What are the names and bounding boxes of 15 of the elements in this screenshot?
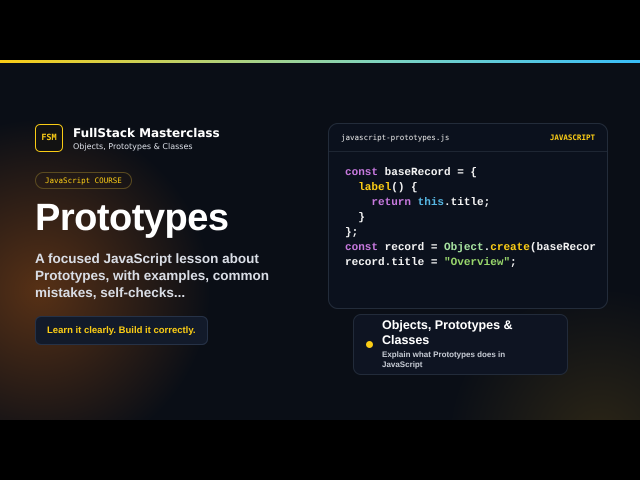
description: A focused JavaScript lesson about Prototypes, with examples, common mistakes, self-checks... bbox=[35, 250, 270, 301]
brand-subtitle: Objects, Prototypes & Classes bbox=[73, 142, 194, 150]
logo: FSM bbox=[35, 124, 63, 152]
code-line: record.title = "Overview"; bbox=[345, 256, 518, 271]
brand-name: FullStack Masterclass bbox=[73, 126, 220, 140]
code-line: } bbox=[357, 211, 366, 226]
code-line: }; bbox=[345, 226, 360, 241]
code-line: const baseRecord = { bbox=[345, 166, 478, 181]
page-title: Prototypes bbox=[35, 197, 230, 240]
topic-subtitle: Explain what Prototypes does in JavaScript bbox=[382, 350, 506, 370]
code-line: const record = Object.create(baseRecor bbox=[345, 241, 597, 256]
code-line: label() { bbox=[357, 181, 419, 196]
code-line: return this.title; bbox=[370, 196, 492, 211]
tagline: Learn it clearly. Build it correctly. bbox=[35, 316, 208, 345]
topic-title: Objects, Prototypes & Classes bbox=[382, 318, 514, 348]
